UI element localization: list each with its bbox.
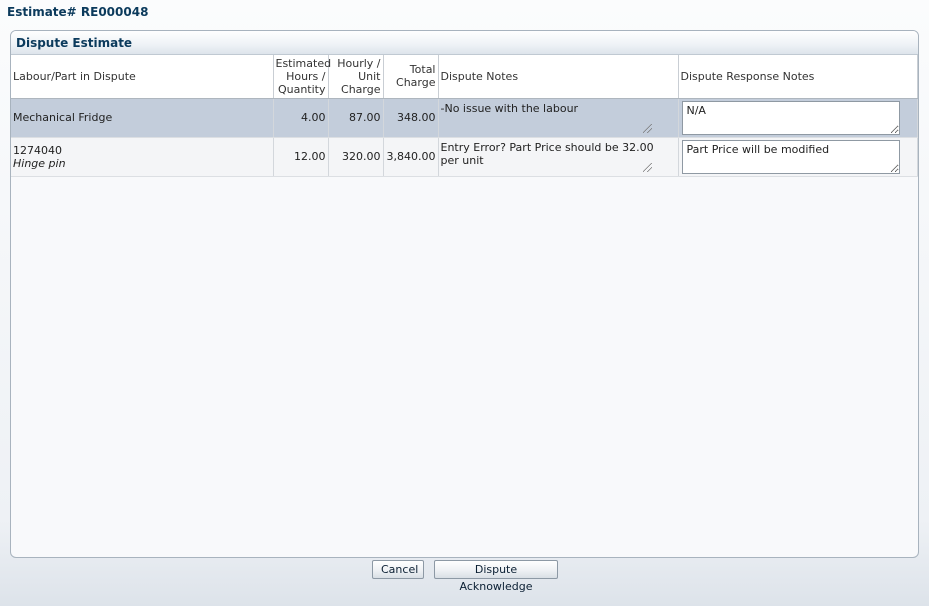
dispute-notes-cell: Entry Error? Part Price should be 32.00 … xyxy=(438,137,679,177)
dispute-response-notes-input[interactable] xyxy=(681,100,900,135)
button-bar: Cancel Dispute Acknowledge xyxy=(0,560,929,593)
hours-quantity-cell: 12.00 xyxy=(273,137,329,177)
dispute-notes-text: Entry Error? Part Price should be 32.00 … xyxy=(440,140,654,167)
resize-grip-icon[interactable] xyxy=(642,162,652,172)
dispute-response-cell xyxy=(678,137,918,177)
dispute-notes-text: -No issue with the labour xyxy=(440,101,579,115)
column-header-unit-charge[interactable]: Hourly / Unit Charge xyxy=(328,55,384,99)
panel-header: Dispute Estimate xyxy=(11,31,918,55)
item-name: Mechanical Fridge xyxy=(13,111,113,124)
unit-charge-cell: 87.00 xyxy=(328,98,384,138)
cancel-button[interactable]: Cancel xyxy=(372,560,424,579)
hours-quantity-cell: 4.00 xyxy=(273,98,329,138)
dispute-response-cell xyxy=(678,98,918,138)
resize-grip-icon[interactable] xyxy=(642,123,652,133)
item-name: 1274040 xyxy=(13,143,62,157)
column-header-labour-part[interactable]: Labour/Part in Dispute xyxy=(11,55,274,99)
total-charge-cell: 3,840.00 xyxy=(383,137,439,177)
table-header-row: Labour/Part in Dispute Estimated Hours /… xyxy=(11,55,918,99)
dispute-table: Labour/Part in Dispute Estimated Hours /… xyxy=(11,55,918,177)
page-title: Estimate# RE000048 xyxy=(7,5,149,19)
table-row[interactable]: 1274040 Hinge pin 12.00 320.00 3,840.00 … xyxy=(11,137,918,177)
dispute-response-notes-input[interactable] xyxy=(681,139,900,174)
panel-title: Dispute Estimate xyxy=(16,36,133,50)
labour-part-cell: Mechanical Fridge xyxy=(11,98,274,138)
dispute-acknowledge-button[interactable]: Dispute Acknowledge xyxy=(434,560,558,593)
column-header-total-charge[interactable]: Total Charge xyxy=(383,55,439,99)
column-header-estimated-hours[interactable]: Estimated Hours / Quantity xyxy=(273,55,331,99)
unit-charge-cell: 320.00 xyxy=(328,137,384,177)
table-row[interactable]: Mechanical Fridge 4.00 87.00 348.00 -No … xyxy=(11,98,918,138)
dispute-notes-cell: -No issue with the labour xyxy=(438,98,679,138)
item-description: Hinge pin xyxy=(13,156,66,170)
dispute-estimate-panel: Dispute Estimate Labour/Part in Dispute … xyxy=(10,30,919,558)
total-charge-cell: 348.00 xyxy=(383,98,439,138)
column-header-dispute-response-notes[interactable]: Dispute Response Notes xyxy=(678,55,918,99)
column-header-dispute-notes[interactable]: Dispute Notes xyxy=(438,55,679,99)
labour-part-cell: 1274040 Hinge pin xyxy=(11,137,274,177)
